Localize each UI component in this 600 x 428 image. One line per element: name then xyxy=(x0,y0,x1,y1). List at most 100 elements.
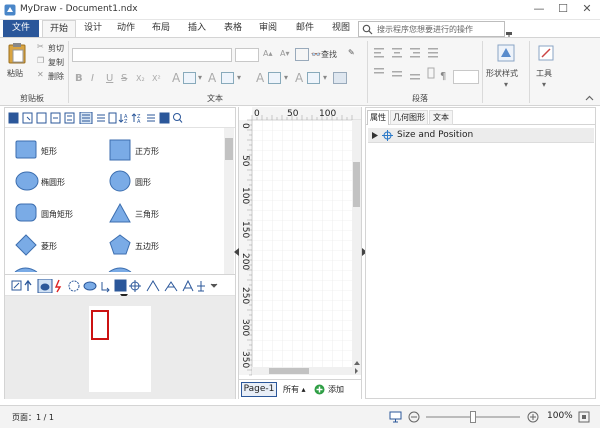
ellipse-icon xyxy=(15,171,39,191)
dropdown-icon[interactable]: ▾ xyxy=(284,73,288,82)
tab-text[interactable]: 文本 xyxy=(429,110,453,125)
collapse-ribbon-icon[interactable] xyxy=(585,94,594,103)
paragraph-align-icons[interactable] xyxy=(372,46,482,60)
shape-square[interactable]: 正方形 xyxy=(109,139,189,163)
shapes-scrollbar[interactable] xyxy=(224,128,234,274)
minimize-button[interactable]: — xyxy=(527,1,551,17)
rectangle-icon xyxy=(15,140,37,159)
ruler-h-label-100: 100 xyxy=(319,109,337,119)
italic-button[interactable]: I xyxy=(91,73,94,84)
canvas-hscroll-thumb[interactable] xyxy=(269,368,309,374)
drawing-canvas[interactable] xyxy=(239,107,361,399)
shape-triangle[interactable]: 三角形 xyxy=(109,202,189,226)
text-fill-icon[interactable] xyxy=(221,72,234,84)
tab-geometry[interactable]: 几何图形 xyxy=(390,110,428,125)
viewport-indicator[interactable] xyxy=(91,310,109,340)
properties-pane: 属性 几何图形 文本 Size and Position xyxy=(365,107,596,399)
monitor-icon[interactable] xyxy=(389,411,402,423)
font-size-combo[interactable] xyxy=(235,48,259,62)
ruler-h-label-0: 0 xyxy=(254,109,260,119)
underline-button[interactable]: U xyxy=(106,73,113,84)
tab-action[interactable]: 动作 xyxy=(113,20,139,37)
tab-layout[interactable]: 布局 xyxy=(148,20,174,37)
status-bar: 页面：1 / 1 100% xyxy=(0,405,600,428)
shape-rounded-rectangle[interactable]: 圆角矩形 xyxy=(15,202,95,226)
fit-page-icon[interactable] xyxy=(578,411,590,423)
tab-properties[interactable]: 属性 xyxy=(367,110,389,125)
grow-font-icon[interactable]: A▴ xyxy=(263,49,273,58)
ruler-v-label-100: 100 xyxy=(240,187,250,205)
tools-button[interactable]: 工具 ▾ xyxy=(533,42,559,92)
text-settings-icon[interactable] xyxy=(307,72,320,84)
text-effect-icon[interactable]: A xyxy=(208,71,216,85)
tab-insert[interactable]: 插入 xyxy=(184,20,210,37)
text-shadow-icon[interactable] xyxy=(268,72,281,84)
add-page-button[interactable]: 添加 xyxy=(328,384,344,395)
all-pages-button[interactable]: 所有 ▴ xyxy=(283,384,306,395)
shape-style-button[interactable]: 形状样式 ▾ xyxy=(486,42,528,92)
dropdown-icon[interactable]: ▾ xyxy=(323,73,327,82)
shape-pentagon[interactable]: 五边形 xyxy=(109,234,189,258)
font-color-icon[interactable]: A xyxy=(172,71,180,85)
format-painter-icon[interactable]: ✎ xyxy=(348,48,355,57)
properties-tab-bar: 属性 几何图形 文本 xyxy=(366,108,595,125)
shapes-toolbar-icons[interactable]: AZ ZA xyxy=(8,112,204,124)
highlight-icon[interactable] xyxy=(183,72,196,84)
find-button[interactable]: 👓查找 xyxy=(311,49,337,60)
tab-review[interactable]: 审阅 xyxy=(255,20,281,37)
shrink-font-icon[interactable]: A▾ xyxy=(280,49,290,58)
tab-design[interactable]: 设计 xyxy=(80,20,106,37)
shape-rectangle[interactable]: 矩形 xyxy=(15,139,95,163)
paste-button[interactable]: 粘贴 xyxy=(5,42,29,84)
tab-mail[interactable]: 邮件 xyxy=(292,20,318,37)
strikethrough-button[interactable]: S xyxy=(121,73,127,84)
bold-button[interactable]: B xyxy=(75,73,83,84)
tools-icon xyxy=(538,45,554,61)
text-style-icon[interactable]: A xyxy=(295,71,303,85)
app-logo-icon xyxy=(4,4,16,16)
dropdown-icon[interactable]: ▾ xyxy=(198,73,202,82)
collapse-left-pane-icon[interactable] xyxy=(234,248,239,256)
canvas-vscroll-thumb[interactable] xyxy=(353,162,360,207)
dropdown-icon[interactable]: ▾ xyxy=(237,73,241,82)
size-position-section[interactable]: Size and Position xyxy=(368,128,594,143)
add-page-icon[interactable] xyxy=(314,384,325,395)
ruler-v-label-50: 50 xyxy=(240,155,250,167)
drawing-tools-icons[interactable] xyxy=(11,279,233,293)
pilcrow-button[interactable]: ¶ xyxy=(440,71,446,82)
ruler-h-label-50: 50 xyxy=(287,109,299,119)
tab-view[interactable]: 视图 xyxy=(328,20,354,37)
maximize-button[interactable]: ☐ xyxy=(551,1,575,17)
tab-table[interactable]: 表格 xyxy=(220,20,246,37)
search-box[interactable]: 搜示程序您想要进行的操作 xyxy=(358,21,505,37)
superscript-button[interactable]: X² xyxy=(152,74,161,83)
zoom-slider-thumb[interactable] xyxy=(470,411,476,423)
tab-file[interactable]: 文件 xyxy=(3,20,39,37)
binoculars-icon: 👓 xyxy=(311,50,321,59)
ruler-v-label-250: 250 xyxy=(240,287,250,305)
zoom-slider[interactable] xyxy=(426,411,520,423)
ruler-v-label-350: 350 xyxy=(240,351,250,369)
shape-diamond[interactable]: 菱形 xyxy=(15,234,95,258)
page-thumbnail[interactable] xyxy=(89,306,151,392)
subscript-button[interactable]: X₂ xyxy=(136,74,145,83)
shapes-scrollbar-thumb[interactable] xyxy=(225,138,233,160)
zoom-in-icon[interactable] xyxy=(527,411,539,423)
font-family-combo[interactable] xyxy=(72,48,232,62)
shape-ellipse[interactable]: 椭圆形 xyxy=(15,170,95,194)
cut-button[interactable]: ✂ 剪切 xyxy=(37,42,71,54)
shapes-pane: AZ ZA 矩形 正方形 椭圆形 圆形 圆角矩形 三角形 菱形 五边形 xyxy=(4,107,236,399)
shapes-toolbar: AZ ZA xyxy=(5,108,235,128)
paragraph-spacing-combo[interactable] xyxy=(453,70,479,84)
page-tabs-bar: Page-1 所有 ▴ 添加 xyxy=(239,379,361,398)
shape-circle[interactable]: 圆形 xyxy=(109,170,189,194)
zoom-out-icon[interactable] xyxy=(408,411,420,423)
tab-home[interactable]: 开始 xyxy=(42,20,76,37)
page-tab-1[interactable]: Page-1 xyxy=(241,382,277,397)
close-button[interactable]: ✕ xyxy=(575,1,599,17)
delete-button[interactable]: ✕ 删除 xyxy=(37,70,71,82)
copy-button[interactable]: ❐ 复制 xyxy=(37,56,71,68)
text-outline-icon[interactable]: A xyxy=(256,71,264,85)
clear-format-icon[interactable] xyxy=(333,72,347,84)
text-box-icon[interactable] xyxy=(295,48,309,61)
